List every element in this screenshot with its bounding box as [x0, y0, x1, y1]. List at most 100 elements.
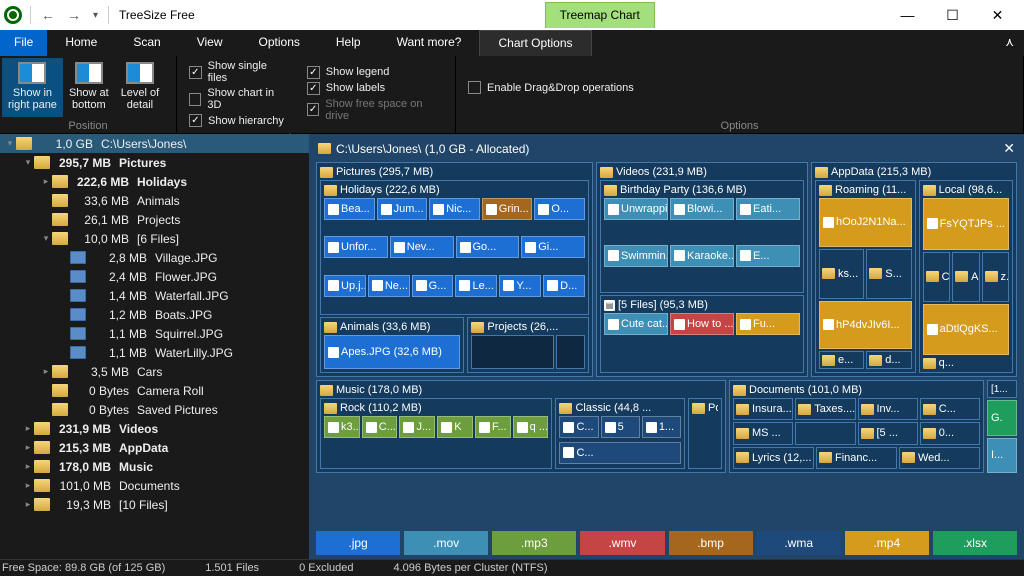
- tree-row[interactable]: 0 BytesSaved Pictures: [0, 400, 309, 419]
- window-title: TreeSize Free: [113, 8, 195, 22]
- menu-scan[interactable]: Scan: [115, 30, 178, 56]
- nav-dropdown-icon[interactable]: ▾: [87, 10, 104, 21]
- maximize-button[interactable]: ☐: [930, 0, 975, 30]
- minimize-button[interactable]: —: [885, 0, 930, 30]
- checkbox-show-single-files[interactable]: Show single files: [189, 60, 287, 84]
- ribbon-btn[interactable]: Level ofdetail: [115, 58, 166, 117]
- expand-icon[interactable]: ▸: [22, 499, 34, 510]
- menu-home[interactable]: Home: [47, 30, 115, 56]
- expand-icon[interactable]: ▸: [22, 480, 34, 491]
- tree-row[interactable]: 0 BytesCamera Roll: [0, 381, 309, 400]
- tm-documents[interactable]: Documents (101,0 MB) Insura...Taxes....I…: [729, 380, 984, 473]
- expand-icon[interactable]: ▸: [22, 423, 34, 434]
- folder-icon: [34, 441, 50, 454]
- checkbox-show-labels[interactable]: Show labels: [307, 82, 443, 95]
- legend-xlsx[interactable]: .xlsx: [933, 531, 1017, 555]
- folder-icon: [16, 137, 32, 150]
- folder-icon: [34, 479, 50, 492]
- menu-file[interactable]: File: [0, 30, 47, 56]
- ribbon-group-label: Options: [456, 119, 1023, 133]
- checkbox-show-free-space-on-drive[interactable]: Show free space on drive: [307, 98, 443, 122]
- tm-file[interactable]: ▣q ...: [513, 416, 549, 438]
- expand-icon[interactable]: ▸: [22, 442, 34, 453]
- nav-back-icon[interactable]: ←: [35, 7, 61, 23]
- menu-bar: FileHomeScanViewOptionsHelpWant more?Cha…: [0, 30, 1024, 56]
- nav-forward-icon[interactable]: →: [61, 7, 87, 23]
- tree-pane: ▾1,0 GBC:\Users\Jones\▾295,7 MBPictures▸…: [0, 134, 309, 559]
- tm-videos[interactable]: Videos (231,9 MB) Birthday Party (136,6 …: [596, 162, 808, 377]
- checkbox-enable-drag-drop-operations[interactable]: Enable Drag&Drop operations: [468, 81, 634, 94]
- file-icon: [70, 289, 86, 302]
- tree-row[interactable]: ▾295,7 MBPictures: [0, 153, 309, 172]
- folder-icon: [52, 213, 68, 226]
- legend-mp4[interactable]: .mp4: [845, 531, 929, 555]
- legend-mov[interactable]: .mov: [404, 531, 488, 555]
- file-icon: [70, 346, 86, 359]
- legend-mp3[interactable]: .mp3: [492, 531, 576, 555]
- folder-icon: [34, 460, 50, 473]
- checkbox-show-chart-in-3d[interactable]: Show chart in 3D: [189, 87, 287, 111]
- tm-file[interactable]: ▣J...: [399, 416, 435, 438]
- tree-row[interactable]: 1,2 MBBoats.JPG: [0, 305, 309, 324]
- menu-options[interactable]: Options: [241, 30, 318, 56]
- folder-icon: [52, 403, 68, 416]
- tree-row[interactable]: ▸215,3 MBAppData: [0, 438, 309, 457]
- ribbon-collapse-icon[interactable]: ⋏: [995, 30, 1024, 56]
- folder-icon: [52, 365, 68, 378]
- expand-icon[interactable]: ▸: [40, 176, 52, 187]
- tree-row[interactable]: ▾10,0 MB[6 Files]: [0, 229, 309, 248]
- tree-row[interactable]: 1,1 MBSquirrel.JPG: [0, 324, 309, 343]
- tree-row[interactable]: 33,6 MBAnimals: [0, 191, 309, 210]
- checkbox-show-hierarchy[interactable]: Show hierarchy: [189, 114, 287, 127]
- expand-icon[interactable]: ▾: [40, 233, 52, 244]
- file-icon: [70, 327, 86, 340]
- checkbox-show-legend[interactable]: Show legend: [307, 66, 443, 79]
- chart-close-icon[interactable]: ✕: [1003, 140, 1015, 157]
- menu-want-more-[interactable]: Want more?: [379, 30, 480, 56]
- file-icon: [70, 308, 86, 321]
- folder-icon: [52, 232, 68, 245]
- tm-file[interactable]: ▣K: [437, 416, 473, 438]
- tm-file[interactable]: ▣C...: [559, 442, 681, 464]
- ribbon-btn[interactable]: Show inright pane: [2, 58, 63, 117]
- tree-row[interactable]: ▸19,3 MB[10 Files]: [0, 495, 309, 514]
- tree-row[interactable]: ▸178,0 MBMusic: [0, 457, 309, 476]
- legend-wmv[interactable]: .wmv: [580, 531, 664, 555]
- tree-row[interactable]: ▸101,0 MBDocuments: [0, 476, 309, 495]
- tm-appdata[interactable]: AppData (215,3 MB) Roaming (11... hOoJ2N…: [811, 162, 1017, 377]
- tree-row[interactable]: 2,4 MBFlower.JPG: [0, 267, 309, 286]
- tm-file[interactable]: ▣5: [601, 416, 640, 438]
- tm-file[interactable]: ▣C...: [362, 416, 398, 438]
- tree-row[interactable]: 2,8 MBVillage.JPG: [0, 248, 309, 267]
- tm-music[interactable]: Music (178,0 MB) Rock (110,2 MB) ▣k3...▣…: [316, 380, 726, 473]
- folder-icon: [52, 194, 68, 207]
- legend-bmp[interactable]: .bmp: [669, 531, 753, 555]
- menu-view[interactable]: View: [179, 30, 241, 56]
- tree-row[interactable]: 1,4 MBWaterfall.JPG: [0, 286, 309, 305]
- tree-row[interactable]: 26,1 MBProjects: [0, 210, 309, 229]
- legend-wma[interactable]: .wma: [757, 531, 841, 555]
- expand-icon[interactable]: ▸: [40, 366, 52, 377]
- expand-icon[interactable]: ▾: [4, 138, 16, 149]
- tm-pictures[interactable]: Pictures (295,7 MB) Holidays (222,6 MB) …: [316, 162, 593, 377]
- tree-row[interactable]: ▾1,0 GBC:\Users\Jones\: [0, 134, 309, 153]
- tm-file[interactable]: ▣k3...: [324, 416, 360, 438]
- expand-icon[interactable]: ▾: [22, 157, 34, 168]
- expand-icon[interactable]: ▸: [22, 461, 34, 472]
- tree-row[interactable]: ▸222,6 MBHolidays: [0, 172, 309, 191]
- close-button[interactable]: ✕: [975, 0, 1020, 30]
- folder-icon: [52, 384, 68, 397]
- menu-help[interactable]: Help: [318, 30, 379, 56]
- tm-file[interactable]: ▣C...: [559, 416, 598, 438]
- tm-file[interactable]: ▣F...: [475, 416, 511, 438]
- legend-jpg[interactable]: .jpg: [316, 531, 400, 555]
- context-tab[interactable]: Treemap Chart: [545, 2, 655, 28]
- ribbon: Show inright paneShow atbottomLevel ofde…: [0, 56, 1024, 134]
- tree-row[interactable]: 1,1 MBWaterLilly.JPG: [0, 343, 309, 362]
- tree-row[interactable]: ▸231,9 MBVideos: [0, 419, 309, 438]
- tm-file[interactable]: ▣1...: [642, 416, 681, 438]
- menu-chart-options[interactable]: Chart Options: [479, 30, 591, 56]
- ribbon-btn[interactable]: Show atbottom: [63, 58, 115, 117]
- file-icon: [70, 270, 86, 283]
- tree-row[interactable]: ▸3,5 MBCars: [0, 362, 309, 381]
